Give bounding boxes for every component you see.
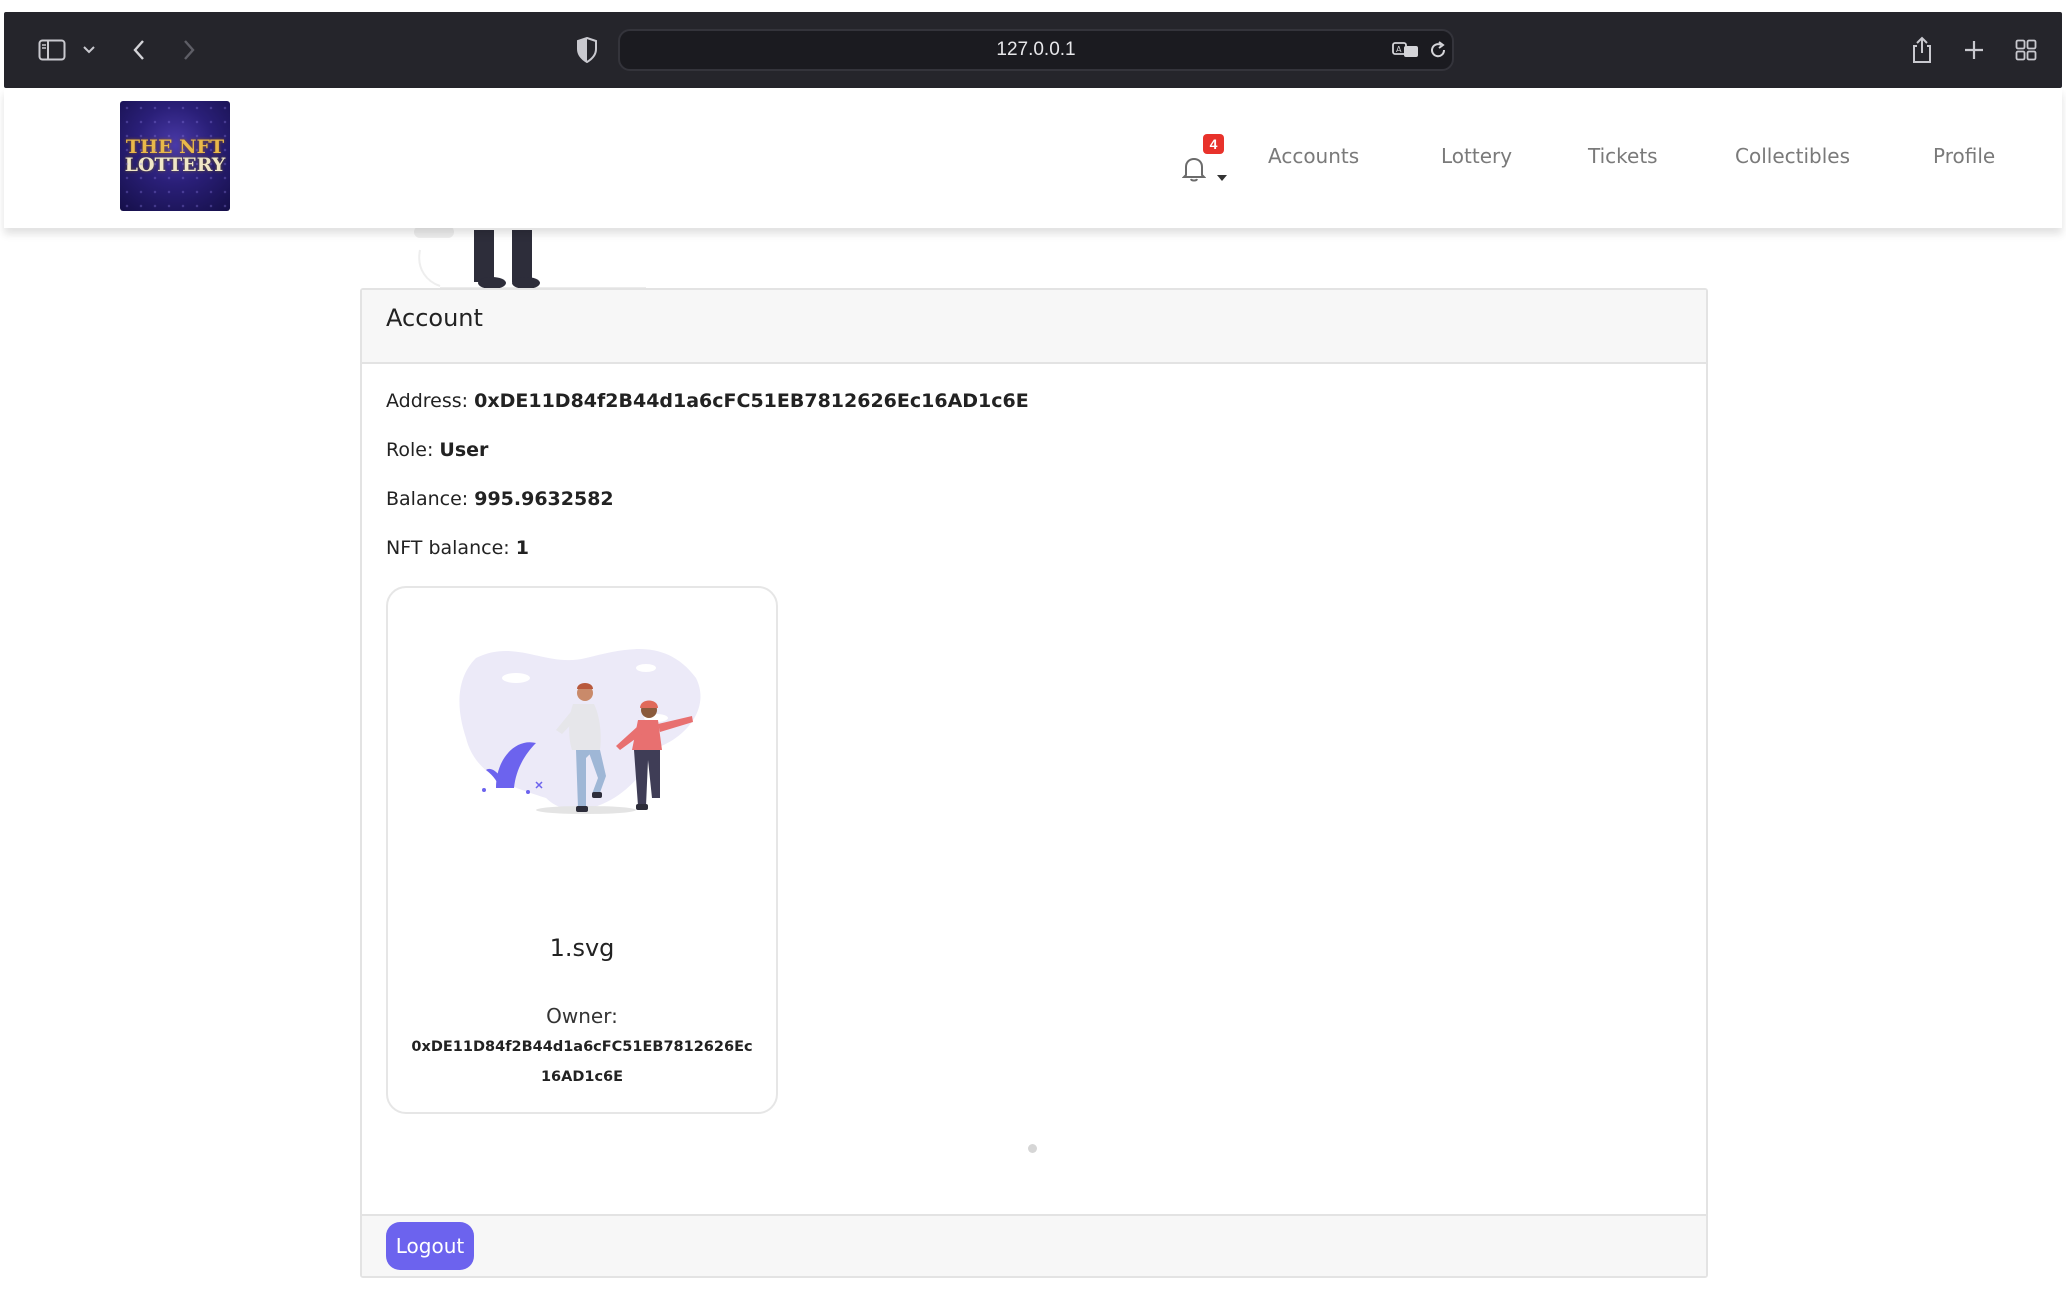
account-card-header: Account <box>362 290 1706 364</box>
nav-tickets[interactable]: Tickets <box>1588 136 1658 176</box>
sidebar-icon[interactable] <box>32 12 72 88</box>
nft-owner-label: Owner: <box>546 1004 618 1028</box>
share-icon[interactable] <box>1904 12 1940 88</box>
nav-profile[interactable]: Profile <box>1933 136 1995 176</box>
role-label: Role: <box>386 439 434 461</box>
nft-image <box>459 649 701 814</box>
site-header: THE NFT LOTTERY 4 Accounts Lottery Ticke… <box>4 88 2062 228</box>
balance-label: Balance: <box>386 488 469 510</box>
new-tab-icon[interactable] <box>1956 12 1992 88</box>
address-label: Address: <box>386 390 469 412</box>
nav-lottery[interactable]: Lottery <box>1441 136 1512 176</box>
main-nav: Accounts Lottery Tickets Collectibles Pr… <box>4 136 2062 176</box>
address-row: Address: 0xDE11D84f2B44d1a6cFC51EB781262… <box>386 390 1029 412</box>
translate-icon[interactable]: A <box>1390 31 1422 69</box>
balance-row: Balance: 995.9632582 <box>386 488 614 510</box>
nft-balance-value: 1 <box>515 537 529 559</box>
account-card-footer: Logout <box>362 1214 1706 1276</box>
svg-text:A: A <box>1396 45 1402 54</box>
nft-card[interactable]: 1.svg Owner: 0xDE11D84f2B44d1a6cFC51EB78… <box>386 586 778 1114</box>
nft-name: 1.svg <box>549 934 615 962</box>
account-title: Account <box>386 304 483 332</box>
browser-toolbar: 127.0.0.1 A <box>4 12 2062 88</box>
forward-icon[interactable] <box>174 12 204 88</box>
account-card: Account Address: 0xDE11D84f2B44d1a6cFC51… <box>360 288 1708 1278</box>
address-bar[interactable]: 127.0.0.1 A <box>618 29 1454 71</box>
balance-value: 995.9632582 <box>474 488 614 510</box>
nft-balance-row: NFT balance: 1 <box>386 537 529 559</box>
role-value: User <box>439 439 489 461</box>
nav-accounts[interactable]: Accounts <box>1268 136 1359 176</box>
shield-icon[interactable] <box>570 12 604 88</box>
reload-icon[interactable] <box>1426 31 1450 69</box>
nav-collectibles[interactable]: Collectibles <box>1735 136 1850 176</box>
address-value: 0xDE11D84f2B44d1a6cFC51EB7812626Ec16AD1c… <box>474 390 1029 412</box>
nft-owner-address: 0xDE11D84f2B44d1a6cFC51EB7812626Ec16AD1c… <box>411 1039 753 1085</box>
url-text: 127.0.0.1 <box>996 39 1076 60</box>
chevron-down-icon[interactable] <box>78 12 100 88</box>
tab-overview-icon[interactable] <box>2008 12 2044 88</box>
back-icon[interactable] <box>124 12 154 88</box>
carousel-indicator[interactable] <box>1028 1144 1037 1153</box>
role-row: Role: User <box>386 439 488 461</box>
logout-button[interactable]: Logout <box>386 1222 474 1270</box>
nft-balance-label: NFT balance: <box>386 537 510 559</box>
